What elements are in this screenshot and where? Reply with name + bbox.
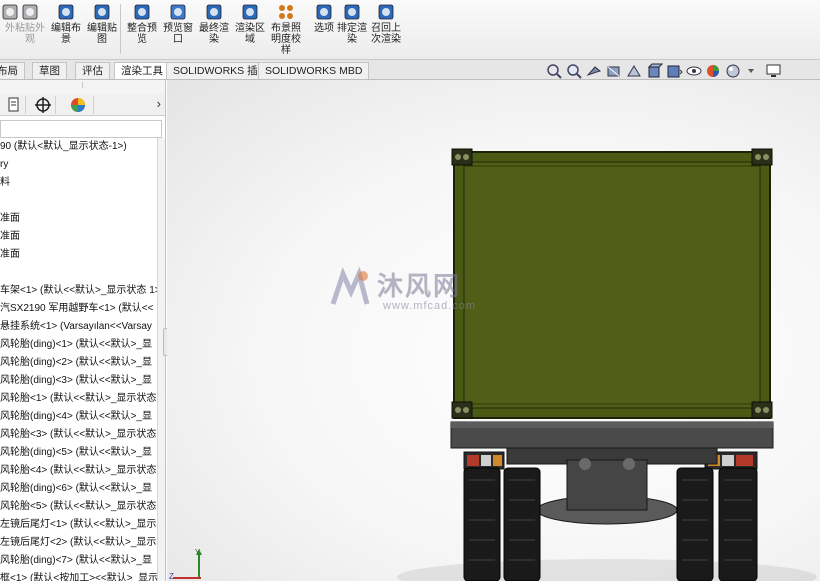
dynamic-annotation-icon[interactable]: [625, 63, 643, 79]
graphics-viewport[interactable]: 沐风网 www.mfcad.com Y Z: [167, 80, 820, 581]
ribbon-button-1[interactable]: 粘贴外 观: [14, 3, 46, 45]
tree-item[interactable]: 汽SX2190 军用越野车<1> (默认<<: [0, 300, 157, 318]
tree-item[interactable]: 风轮胎(ding)<1> (默认<<默认>_显: [0, 336, 157, 354]
section-view-icon[interactable]: [605, 63, 623, 79]
tree-item[interactable]: 风轮胎<4> (默认<<默认>_显示状态: [0, 462, 157, 480]
panel-tabs: ›: [0, 94, 165, 116]
tree-item[interactable]: 风轮胎(ding)<7> (默认<<默认>_显: [0, 552, 157, 570]
ribbon-button-label: 召回上 次渲染: [371, 23, 401, 45]
feature-manager-panel: ⁝ › 90 (默认<默认_显示状态-1>) ry 料准面 准面 准面 车架<1> (默认…: [0, 80, 166, 581]
tab-1[interactable]: 草图: [32, 62, 67, 79]
reference-triad: Y Z: [167, 546, 207, 581]
triad-z-label: Z: [169, 572, 174, 581]
tree-item[interactable]: 90 (默认<默认_显示状态-1>): [0, 138, 157, 156]
tree-item[interactable]: [0, 264, 157, 282]
tree-item[interactable]: 左镜后尾灯<1> (默认<<默认>_显示状: [0, 516, 157, 534]
view-orientation-icon[interactable]: [645, 63, 664, 79]
ribbon-button-8[interactable]: 布景照 明度校 样: [270, 3, 302, 56]
ribbon-button-label: 粘贴外 观: [15, 23, 45, 45]
tree-item[interactable]: ry: [0, 156, 157, 174]
hide-show-items-icon[interactable]: [685, 63, 703, 79]
tree-filter-input[interactable]: [0, 120, 162, 138]
edit-scene-icon: [58, 4, 74, 20]
paste-appearance-icon: [22, 4, 38, 20]
display-style-icon[interactable]: [665, 63, 683, 79]
tab-3[interactable]: 渲染工具: [114, 62, 170, 79]
edit-appearance-icon[interactable]: [705, 63, 723, 79]
tab-5[interactable]: SOLIDWORKS MBD: [258, 62, 370, 79]
schedule-render-icon: [344, 4, 360, 20]
ribbon-button-11[interactable]: 召回上 次渲染: [370, 3, 402, 45]
tree-scrollbar[interactable]: [157, 138, 165, 581]
ribbon-button-10[interactable]: 排定渲 染: [336, 3, 368, 45]
configuration-manager-icon[interactable]: [30, 96, 56, 114]
tree-item[interactable]: 风轮胎(ding)<4> (默认<<默认>_显: [0, 408, 157, 426]
watermark-url: www.mfcad.com: [383, 300, 477, 312]
tree-item[interactable]: 风轮胎(ding)<6> (默认<<默认>_显: [0, 480, 157, 498]
ribbon-button-label: 布景照 明度校 样: [271, 23, 301, 56]
tree-item[interactable]: 准面: [0, 246, 157, 264]
tree-item[interactable]: 悬挂系统<1> (Varsayılan<<Varsay: [0, 318, 157, 336]
view-settings-icon[interactable]: [745, 63, 763, 79]
final-render-icon: [206, 4, 222, 20]
watermark-logo-icon: [330, 266, 370, 305]
ribbon-toolbar: 外粘贴外 观编辑布 景编辑贴 图整合预 览预览窗 口最终渲 染渲染区 域布景照 …: [0, 0, 820, 60]
integrated-preview-icon: [134, 4, 150, 20]
ribbon-button-label: 预览窗 口: [163, 23, 193, 45]
scene-illumination-proof-icon: [279, 5, 293, 19]
tree-item[interactable]: 风轮胎(ding)<2> (默认<<默认>_显: [0, 354, 157, 372]
preview-window-icon: [170, 4, 186, 20]
property-manager-icon[interactable]: [0, 96, 26, 114]
tab-2[interactable]: 评估: [75, 62, 110, 79]
ribbon-button-2[interactable]: 编辑布 景: [50, 3, 82, 45]
render-region-icon: [242, 4, 258, 20]
tree-item[interactable]: 风轮胎(ding)<5> (默认<<默认>_显: [0, 444, 157, 462]
tree-item[interactable]: 料: [0, 174, 157, 192]
tree-item[interactable]: 左镜后尾灯<2> (默认<<默认>_显示状: [0, 534, 157, 552]
ribbon-separator: [120, 4, 121, 54]
previous-view-icon[interactable]: [585, 63, 603, 79]
display-manager-icon[interactable]: [62, 96, 94, 114]
ribbon-button-label: 整合预 览: [127, 23, 157, 45]
zoom-to-area-icon[interactable]: [565, 63, 583, 79]
chevron-right-icon[interactable]: ›: [157, 96, 161, 111]
tree-item[interactable]: 风轮胎<5> (默认<<默认>_显示状态: [0, 498, 157, 516]
ribbon-button-3[interactable]: 编辑贴 图: [86, 3, 118, 45]
panel-grip[interactable]: ⁝: [0, 80, 165, 94]
ribbon-button-4[interactable]: 整合预 览: [126, 3, 158, 45]
tree-item[interactable]: 准面: [0, 210, 157, 228]
ribbon-button-7[interactable]: 渲染区 域: [234, 3, 266, 45]
tree-item[interactable]: 车架<1> (默认<<默认>_显示状态 1>: [0, 282, 157, 300]
feature-tree: 90 (默认<默认_显示状态-1>) ry 料准面 准面 准面 车架<1> (默认<<默认…: [0, 138, 157, 581]
ribbon-button-label: 编辑贴 图: [87, 23, 117, 45]
edit-decal-icon: [94, 4, 110, 20]
heads-up-view-toolbar: [545, 62, 783, 80]
monitor-icon[interactable]: [765, 63, 783, 79]
options-icon: [316, 4, 332, 20]
truck-model-rear-view: [397, 148, 817, 581]
tree-item[interactable]: 框<1> (默认<按加工><<默认>_显示: [0, 570, 157, 581]
watermark-text: 沐风网: [377, 272, 462, 302]
tree-item[interactable]: 风轮胎(ding)<3> (默认<<默认>_显: [0, 372, 157, 390]
tab-0[interactable]: 布局: [0, 62, 25, 79]
apply-scene-icon[interactable]: [725, 63, 743, 79]
tree-item[interactable]: 风轮胎<1> (默认<<默认>_显示状态: [0, 390, 157, 408]
zoom-to-fit-icon[interactable]: [545, 63, 563, 79]
ribbon-button-label: 编辑布 景: [51, 23, 81, 45]
tree-item[interactable]: [0, 192, 157, 210]
ribbon-button-5[interactable]: 预览窗 口: [162, 3, 194, 45]
ribbon-button-label: 排定渲 染: [337, 23, 367, 45]
tree-item[interactable]: 风轮胎<3> (默认<<默认>_显示状态: [0, 426, 157, 444]
triad-y-label: Y: [195, 548, 201, 557]
ribbon-button-label: 渲染区 域: [235, 23, 265, 45]
recall-last-render-icon: [378, 4, 394, 20]
ribbon-button-6[interactable]: 最终渲 染: [198, 3, 230, 45]
tree-item[interactable]: 准面: [0, 228, 157, 246]
ribbon-button-label: 最终渲 染: [199, 23, 229, 45]
